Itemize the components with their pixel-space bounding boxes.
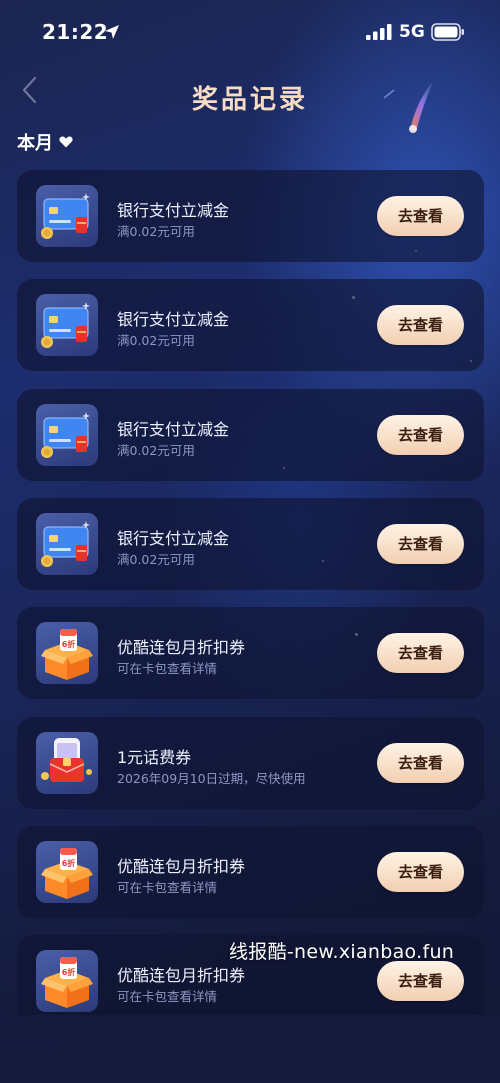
prize-detail: 可在卡包查看详情 [117, 880, 218, 895]
heart-dropdown-icon [59, 136, 73, 148]
prize-name: 优酷连包月折扣券 [117, 638, 246, 657]
prize-card: 银行支付立减金满0.02元可用 去查看 [17, 389, 484, 481]
svg-text:6折: 6折 [62, 858, 76, 868]
prize-card: 6折 优酷连包月折扣券可在卡包查看详情 去查看 [17, 607, 484, 699]
bank-card-icon [36, 513, 98, 575]
gift-box-icon: 6折 [36, 622, 98, 684]
view-prize-button[interactable]: 去查看 [377, 633, 464, 673]
prize-detail: 可在卡包查看详情 [117, 661, 218, 676]
prize-name: 1元话费券 [117, 748, 192, 767]
prize-detail: 可在卡包查看详情 [117, 989, 218, 1004]
bank-card-icon [36, 185, 98, 247]
status-bar: 21:22 5G [0, 0, 500, 64]
prize-card: 银行支付立减金满0.02元可用 去查看 [17, 279, 484, 371]
prize-detail: 满0.02元可用 [117, 224, 195, 239]
svg-text:6折: 6折 [62, 639, 76, 649]
bank-card-icon [36, 294, 98, 356]
gift-box-icon: 6折 [36, 841, 98, 903]
bottom-fade [0, 1015, 500, 1083]
page-title: 奖品记录 [191, 85, 308, 115]
prize-card: 银行支付立减金满0.02元可用 去查看 [17, 498, 484, 590]
prize-detail: 满0.02元可用 [117, 552, 195, 567]
status-time: 21:22 [42, 20, 109, 44]
month-filter-label: 本月 [17, 133, 53, 154]
prize-name: 银行支付立减金 [117, 420, 230, 439]
view-prize-button[interactable]: 去查看 [377, 743, 464, 783]
prize-card: 6折 优酷连包月折扣券可在卡包查看详情 去查看 [17, 826, 484, 918]
prize-detail: 满0.02元可用 [117, 333, 195, 348]
phone-coupon-icon [36, 732, 98, 794]
view-prize-button[interactable]: 去查看 [377, 961, 464, 1001]
view-prize-button[interactable]: 去查看 [377, 852, 464, 892]
network-type: 5G [399, 22, 425, 42]
view-prize-button[interactable]: 去查看 [377, 305, 464, 345]
svg-text:6折: 6折 [62, 967, 76, 977]
location-arrow-icon [105, 25, 119, 39]
month-filter-dropdown[interactable]: 本月 [17, 129, 73, 155]
prize-card: 1元话费券 2026年09月10日过期，尽快使用 去查看 [17, 717, 484, 809]
view-prize-button[interactable]: 去查看 [377, 415, 464, 455]
watermark-text: 线报酷-new.xianbao.fun [229, 941, 455, 963]
gift-box-icon: 6折 [36, 950, 98, 1012]
prize-detail: 2026年09月10日过期，尽快使用 [117, 771, 306, 786]
view-prize-button[interactable]: 去查看 [377, 524, 464, 564]
prize-name: 银行支付立减金 [117, 310, 230, 329]
prize-detail: 满0.02元可用 [117, 443, 195, 458]
bank-card-icon [36, 404, 98, 466]
prize-card: 银行支付立减金满0.02元可用 去查看 [17, 170, 484, 262]
view-prize-button[interactable]: 去查看 [377, 196, 464, 236]
prize-name: 银行支付立减金 [117, 201, 230, 220]
prize-name: 银行支付立减金 [117, 529, 230, 548]
battery-icon [431, 23, 464, 41]
prize-name: 优酷连包月折扣券 [117, 857, 246, 876]
cellular-signal-icon [366, 24, 392, 40]
prize-name: 优酷连包月折扣券 [117, 966, 246, 985]
